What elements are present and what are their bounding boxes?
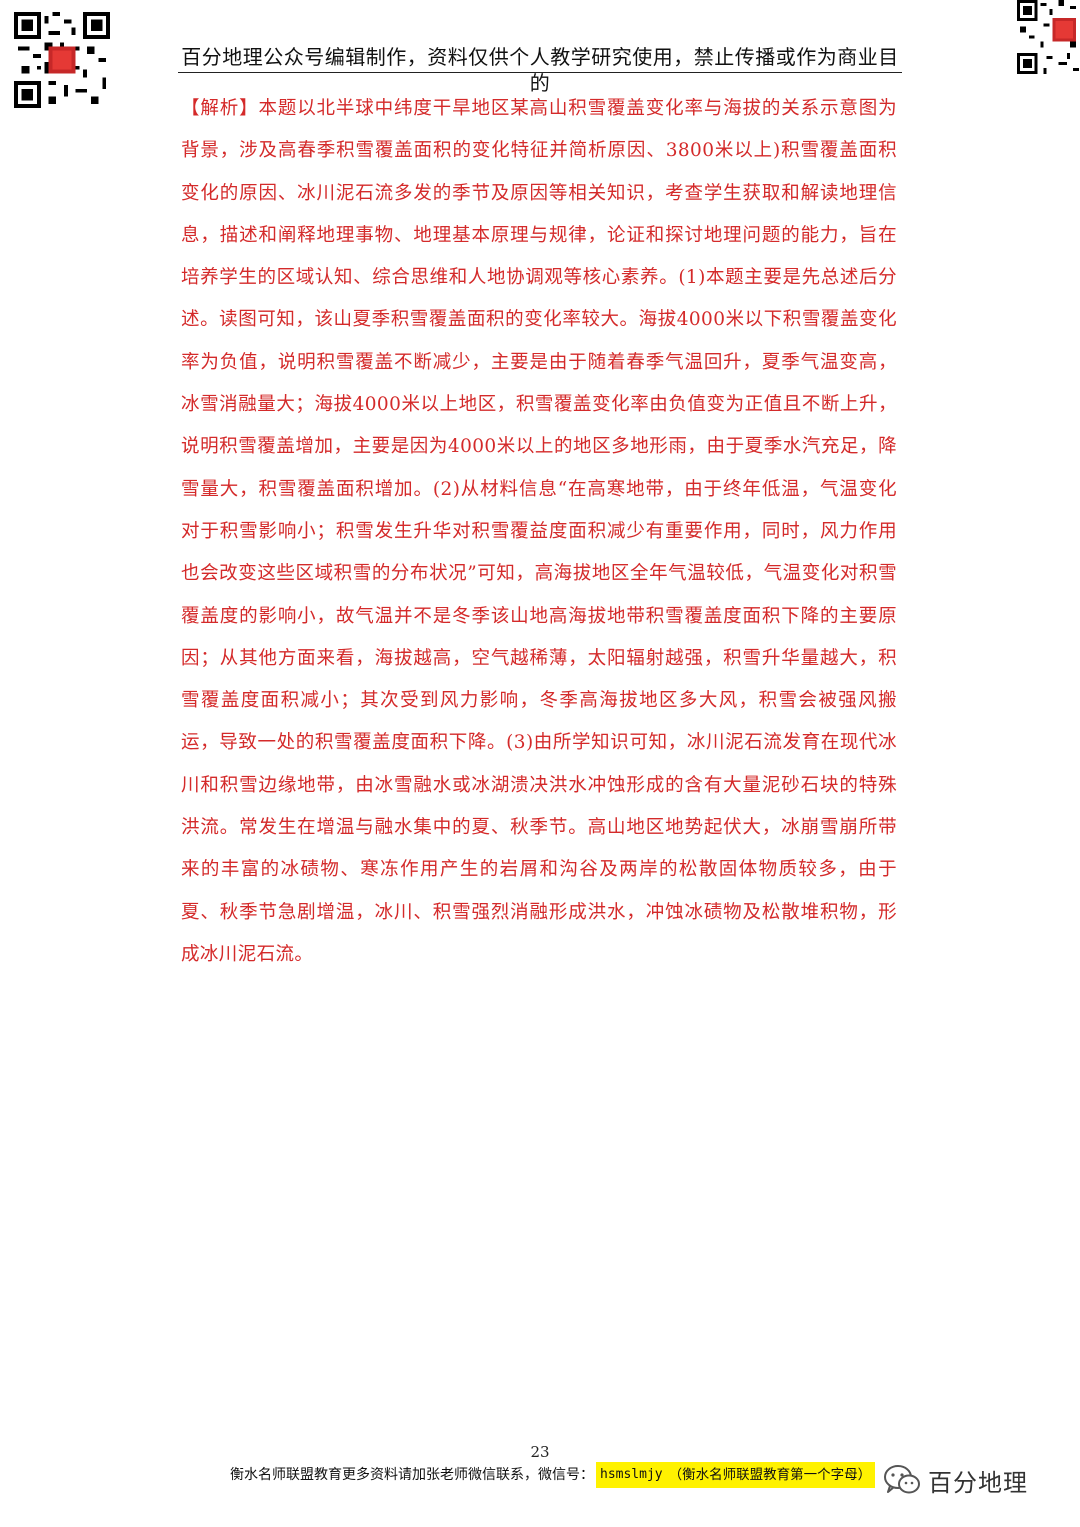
brand-watermark: 百分地理 [882, 1460, 1028, 1500]
wechat-id: hsmslmjy [596, 1462, 667, 1488]
page-number: 23 [530, 1443, 550, 1461]
qr-code-icon [14, 12, 110, 108]
qr-code-icon [1017, 0, 1079, 74]
analysis-text: 本题以北半球中纬度干旱地区某高山积雪覆盖变化率与海拔的关系示意图为背景，涉及高春… [181, 98, 898, 965]
wechat-note: （衡水名师联盟教育第一个字母） [666, 1462, 876, 1488]
header-divider [178, 72, 902, 73]
footer-contact-text: 衡水名师联盟教育更多资料请加张老师微信联系，微信号： [230, 1467, 594, 1483]
brand-name: 百分地理 [928, 1468, 1028, 1497]
analysis-paragraph: 【解析】本题以北半球中纬度干旱地区某高山积雪覆盖变化率与海拔的关系示意图为背景，… [181, 88, 897, 976]
footer-contact: 衡水名师联盟教育更多资料请加张老师微信联系，微信号： hsmslmjy （衡水名师联… [230, 1462, 876, 1488]
qr-code-left [14, 12, 110, 108]
analysis-tag: 【解析】 [181, 98, 259, 119]
qr-code-right [1017, 0, 1079, 74]
wechat-icon [884, 1465, 920, 1494]
